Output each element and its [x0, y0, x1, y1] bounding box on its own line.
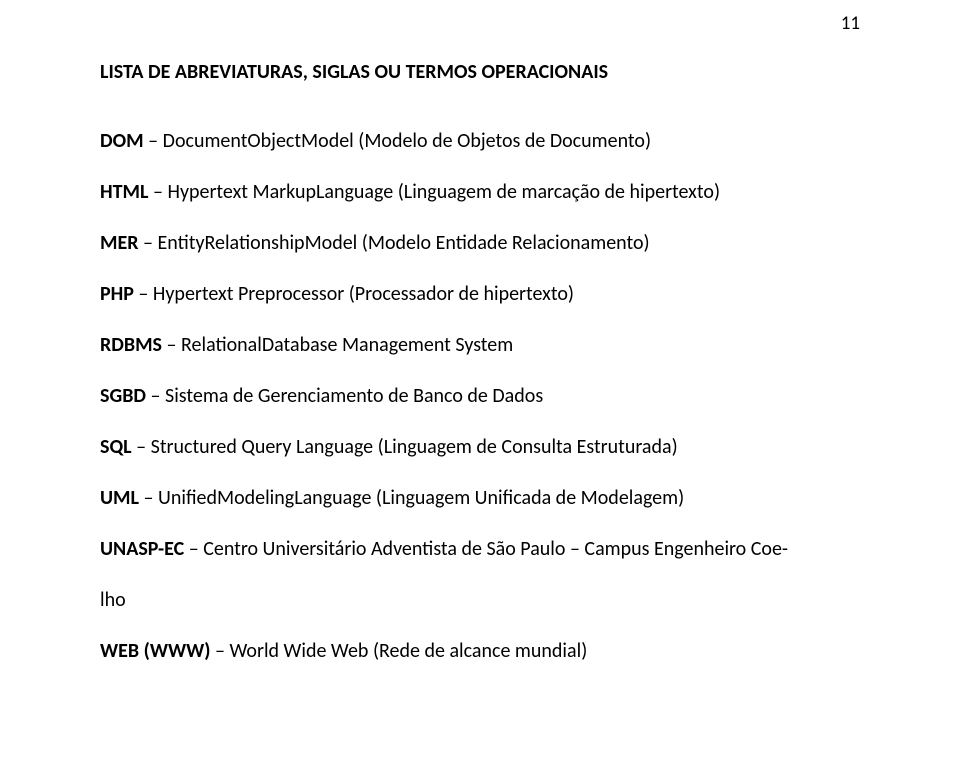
sep: – — [134, 282, 153, 306]
abbr-desc-part: Centro Universitário Adventista de São P… — [203, 537, 788, 561]
abbr-entry: SQL – Structured Query Language (Linguag… — [100, 434, 860, 461]
sep: – — [184, 537, 203, 561]
abbr-term: HTML — [100, 180, 148, 204]
abbr-desc: Structured Query Language (Linguagem de … — [151, 435, 678, 459]
sep: – — [144, 129, 163, 153]
abbr-term: SQL — [100, 435, 132, 459]
abbr-entry: DOM – DocumentObjectModel (Modelo de Obj… — [100, 128, 860, 155]
sep: – — [148, 180, 167, 204]
abbr-term: UML — [100, 486, 139, 510]
abbr-desc: UnifiedModelingLanguage (Linguagem Unifi… — [158, 486, 684, 510]
abbr-desc-part: lho — [100, 588, 126, 612]
abbr-entry: UML – UnifiedModelingLanguage (Linguagem… — [100, 485, 860, 512]
abbr-term: PHP — [100, 282, 134, 306]
abbr-entry-unasp-line2: lho — [100, 587, 860, 614]
abbr-term: MER — [100, 231, 139, 255]
abbr-term: RDBMS — [100, 333, 162, 357]
sep: – — [139, 231, 158, 255]
abbr-desc: Hypertext Preprocessor (Processador de h… — [153, 282, 574, 306]
abbr-desc: EntityRelationshipModel (Modelo Entidade… — [158, 231, 650, 255]
abbr-entry-unasp-line1: UNASP-EC – Centro Universitário Adventis… — [100, 536, 860, 563]
sep: – — [132, 435, 151, 459]
abbr-term: SGBD — [100, 384, 146, 408]
abbr-term: WEB (WWW) — [100, 639, 210, 663]
abbr-entry: RDBMS – RelationalDatabase Management Sy… — [100, 332, 860, 359]
abbr-desc: World Wide Web (Rede de alcance mundial) — [229, 639, 587, 663]
abbr-entry: SGBD – Sistema de Gerenciamento de Banco… — [100, 383, 860, 410]
abbr-term: DOM — [100, 129, 144, 153]
abbr-entry: PHP – Hypertext Preprocessor (Processado… — [100, 281, 860, 308]
sep: – — [146, 384, 165, 408]
sep: – — [162, 333, 181, 357]
abbr-desc: Sistema de Gerenciamento de Banco de Dad… — [165, 384, 543, 408]
sep: – — [139, 486, 158, 510]
abbr-entry: MER – EntityRelationshipModel (Modelo En… — [100, 230, 860, 257]
page-number: 11 — [841, 12, 860, 35]
abbr-desc: DocumentObjectModel (Modelo de Objetos d… — [163, 129, 651, 153]
abbr-entry: HTML – Hypertext MarkupLanguage (Linguag… — [100, 179, 860, 206]
abbr-entry: WEB (WWW) – World Wide Web (Rede de alca… — [100, 638, 860, 665]
abbr-desc: RelationalDatabase Management System — [181, 333, 513, 357]
abbr-term: UNASP-EC — [100, 537, 184, 561]
page-title: LISTA DE ABREVIATURAS, SIGLAS OU TERMOS … — [100, 60, 860, 84]
abbr-desc: Hypertext MarkupLanguage (Linguagem de m… — [167, 180, 720, 204]
sep: – — [210, 639, 229, 663]
document-page: 11 LISTA DE ABREVIATURAS, SIGLAS OU TERM… — [0, 0, 960, 783]
